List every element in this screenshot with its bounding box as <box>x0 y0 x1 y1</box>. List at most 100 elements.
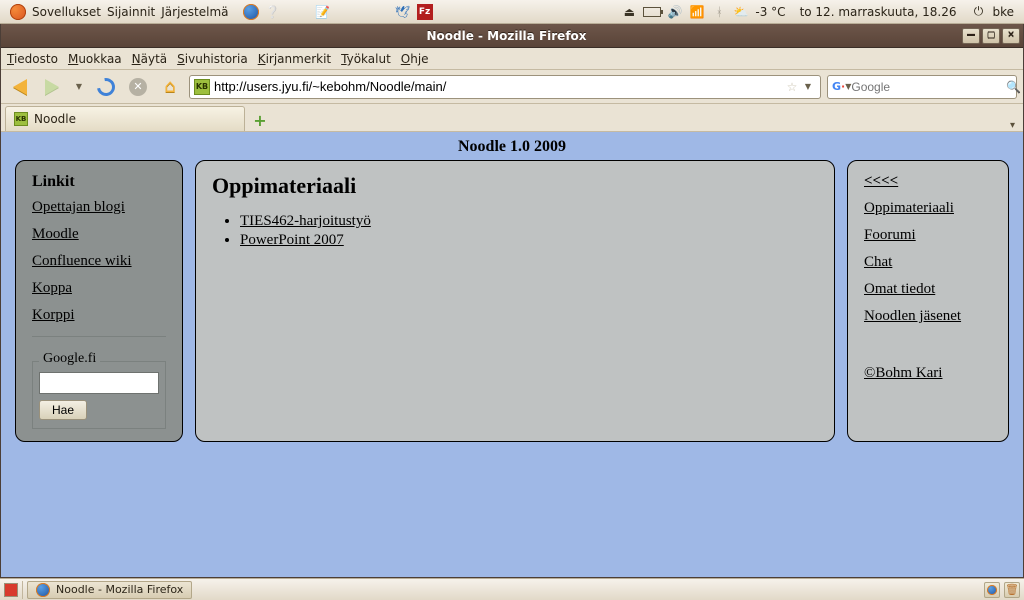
home-button[interactable]: ⌂ <box>157 74 183 100</box>
shutdown-icon: ⏻ <box>970 4 986 20</box>
clock-text: to 12. marraskuuta, 18.26 <box>800 5 957 19</box>
back-button[interactable] <box>7 74 33 100</box>
link-moodle[interactable]: Moodle <box>32 226 166 243</box>
bluetooth-icon[interactable]: ᚼ <box>711 4 727 20</box>
tab-title: Noodle <box>34 112 76 126</box>
right-sidebar: <<<< Oppimateriaali Foorumi Chat Omat ti… <box>847 160 1009 442</box>
minimize-button[interactable]: — <box>962 28 980 44</box>
user-name: bke <box>992 5 1014 19</box>
home-icon: ⌂ <box>164 76 175 97</box>
menu-history[interactable]: Sivuhistoria <box>177 52 248 66</box>
quicklaunch-3: 🕊 Fz <box>389 4 439 20</box>
stop-button[interactable]: ✕ <box>125 74 151 100</box>
link-powerpoint-2007[interactable]: PowerPoint 2007 <box>240 232 344 248</box>
search-bar[interactable]: G· ▼ 🔍 <box>827 75 1017 99</box>
close-button[interactable]: ✕ <box>1002 28 1020 44</box>
window-title: Noodle - Mozilla Firefox <box>51 29 962 43</box>
search-icon[interactable]: 🔍 <box>1006 79 1021 95</box>
systray: ⏏ 🔊 📶 ᚼ ⛅ -3 °C <box>615 4 791 20</box>
workspace-switcher-icon[interactable] <box>984 582 1000 598</box>
google-legend: Google.fi <box>39 351 100 367</box>
site-favicon[interactable]: KB <box>194 79 210 95</box>
quicklaunch: ❔ <box>237 4 287 20</box>
menu-applications[interactable]: Sovellukset <box>32 5 101 19</box>
reload-button[interactable] <box>93 74 119 100</box>
search-input[interactable] <box>851 80 1006 94</box>
tab-strip: KB Noodle + ▾ <box>1 104 1023 132</box>
clock[interactable]: to 12. marraskuuta, 18.26 <box>794 5 963 19</box>
google-search-button[interactable]: Hae <box>39 400 87 420</box>
list-item: TIES462-harjoitustyö <box>240 213 818 230</box>
notes-icon[interactable]: 📝 <box>315 4 331 20</box>
main-content: Oppimateriaali TIES462-harjoitustyö Powe… <box>195 160 835 442</box>
navigation-toolbar: ▼ ✕ ⌂ KB ☆ ▼ G· ▼ 🔍 <box>1 70 1023 104</box>
url-input[interactable] <box>214 79 784 94</box>
link-back[interactable]: <<<< <box>864 173 992 190</box>
distributor-logo-icon[interactable] <box>10 4 26 20</box>
weather-icon: ⛅ <box>733 4 749 20</box>
separator <box>22 581 23 599</box>
arrow-left-icon <box>13 79 27 95</box>
trash-icon[interactable]: 🗑 <box>1004 582 1020 598</box>
google-search-input[interactable] <box>39 372 159 394</box>
new-tab-button[interactable]: + <box>249 109 271 131</box>
link-chat[interactable]: Chat <box>864 254 992 271</box>
plus-icon: + <box>253 111 266 130</box>
network-wireless-icon[interactable]: 📶 <box>689 4 705 20</box>
menu-places[interactable]: Sijainnit <box>107 5 155 19</box>
link-opettajan-blogi[interactable]: Opettajan blogi <box>32 199 166 216</box>
battery-icon[interactable] <box>643 7 661 17</box>
link-koppa[interactable]: Koppa <box>32 280 166 297</box>
main-menu-group: Sovellukset Sijainnit Järjestelmä <box>4 4 235 20</box>
link-confluence-wiki[interactable]: Confluence wiki <box>32 253 166 270</box>
content-title: Oppimateriaali <box>212 173 818 199</box>
menu-edit[interactable]: Muokkaa <box>68 52 122 66</box>
help-icon[interactable]: ❔ <box>265 4 281 20</box>
tabs-overflow-icon[interactable]: ▾ <box>1010 120 1015 131</box>
stop-icon: ✕ <box>129 78 147 96</box>
browser-menubar: Tiedosto Muokkaa Näytä Sivuhistoria Kirj… <box>1 48 1023 70</box>
link-foorumi[interactable]: Foorumi <box>864 227 992 244</box>
thunderbird-icon[interactable]: 🕊 <box>395 4 411 20</box>
address-bar[interactable]: KB ☆ ▼ <box>189 75 821 99</box>
link-omat-tiedot[interactable]: Omat tiedot <box>864 281 992 298</box>
google-icon[interactable]: G· <box>832 80 845 94</box>
forward-button[interactable] <box>39 74 65 100</box>
tab-active[interactable]: KB Noodle <box>5 106 245 131</box>
firefox-window: Noodle - Mozilla Firefox — ▢ ✕ Tiedosto … <box>0 24 1024 578</box>
list-item: PowerPoint 2007 <box>240 232 818 249</box>
left-sidebar: Linkit Opettajan blogi Moodle Confluence… <box>15 160 183 442</box>
menu-tools[interactable]: Työkalut <box>341 52 391 66</box>
menu-file[interactable]: Tiedosto <box>7 52 58 66</box>
link-korppi[interactable]: Korppi <box>32 307 166 324</box>
firefox-icon <box>36 583 50 597</box>
url-dropdown-icon[interactable]: ▼ <box>800 79 816 95</box>
menu-view[interactable]: Näytä <box>132 52 168 66</box>
star-icon[interactable]: ☆ <box>784 79 800 95</box>
temperature-text: -3 °C <box>755 5 785 19</box>
menu-bookmarks[interactable]: Kirjanmerkit <box>258 52 331 66</box>
drive-icon[interactable]: ⏏ <box>621 4 637 20</box>
show-desktop-icon[interactable] <box>4 583 18 597</box>
page-title: Noodle 1.0 2009 <box>1 132 1023 160</box>
link-ties462[interactable]: TIES462-harjoitustyö <box>240 213 371 229</box>
link-noodlen-jasenet[interactable]: Noodlen jäsenet <box>864 308 992 325</box>
firefox-icon[interactable] <box>243 4 259 20</box>
reload-icon <box>93 74 118 99</box>
menu-system[interactable]: Järjestelmä <box>161 5 228 19</box>
link-oppimateriaali[interactable]: Oppimateriaali <box>864 200 992 217</box>
maximize-button[interactable]: ▢ <box>982 28 1000 44</box>
window-titlebar[interactable]: Noodle - Mozilla Firefox — ▢ ✕ <box>1 24 1023 48</box>
page-viewport: Noodle 1.0 2009 Linkit Opettajan blogi M… <box>1 132 1023 577</box>
quicklaunch-2: 📝 <box>309 4 337 20</box>
volume-icon[interactable]: 🔊 <box>667 4 683 20</box>
tab-favicon: KB <box>14 112 28 126</box>
link-copyright[interactable]: ©Bohm Kari <box>864 365 992 382</box>
taskbar-window-button[interactable]: Noodle - Mozilla Firefox <box>27 581 192 599</box>
history-dropdown-icon[interactable]: ▼ <box>71 79 87 95</box>
gnome-top-panel: Sovellukset Sijainnit Järjestelmä ❔ 📝 🕊 … <box>0 0 1024 24</box>
left-sidebar-title: Linkit <box>32 173 166 191</box>
user-switch[interactable]: ⏻ bke <box>964 4 1020 20</box>
filezilla-icon[interactable]: Fz <box>417 4 433 20</box>
menu-help[interactable]: Ohje <box>401 52 429 66</box>
